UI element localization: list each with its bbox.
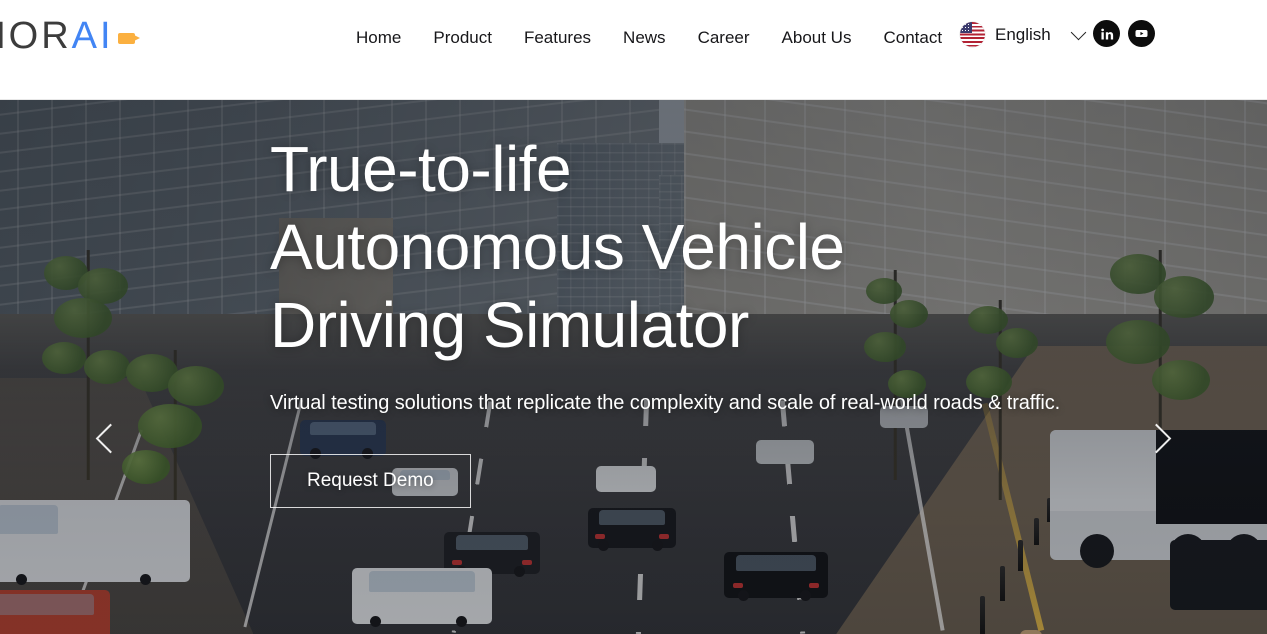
hero-title: True-to-life Autonomous Vehicle Driving … <box>270 130 1130 364</box>
hero-subtitle: Virtual testing solutions that replicate… <box>270 392 1061 414</box>
chevron-down-icon <box>1070 24 1087 40</box>
nav-item-career[interactable]: Career <box>682 24 766 52</box>
hero-carousel: True-to-life Autonomous Vehicle Driving … <box>0 100 1267 634</box>
language-label: English <box>995 24 1051 44</box>
chevron-right-icon[interactable] <box>1138 422 1172 456</box>
us-flag-icon <box>960 22 985 47</box>
hero-title-line-2: Autonomous Vehicle <box>270 211 845 283</box>
youtube-icon[interactable] <box>1128 20 1155 47</box>
hero-content: True-to-life Autonomous Vehicle Driving … <box>270 130 1130 508</box>
nav-item-features[interactable]: Features <box>508 24 607 52</box>
site-header: MORAI Home Product Features News Career … <box>0 0 1267 100</box>
hero-title-line-1: True-to-life <box>270 133 572 205</box>
nav-item-news[interactable]: News <box>607 24 682 52</box>
morai-logo[interactable]: MORAI <box>0 15 144 58</box>
logo-text-ai: AI <box>71 15 114 57</box>
primary-navigation: Home Product Features News Career About … <box>340 24 958 52</box>
morai-arrow-mark-icon <box>117 32 144 45</box>
logo-text-mor: MOR <box>0 15 72 57</box>
nav-item-about-us[interactable]: About Us <box>766 24 868 52</box>
social-links <box>1093 20 1155 47</box>
hero-title-line-3: Driving Simulator <box>270 289 749 361</box>
nav-item-contact[interactable]: Contact <box>867 24 958 52</box>
language-selector[interactable]: English <box>960 22 1087 47</box>
request-demo-button[interactable]: Request Demo <box>270 454 471 508</box>
nav-item-home[interactable]: Home <box>340 24 417 52</box>
nav-item-product[interactable]: Product <box>417 24 508 52</box>
chevron-left-icon[interactable] <box>92 422 126 456</box>
linkedin-icon[interactable] <box>1093 20 1120 47</box>
